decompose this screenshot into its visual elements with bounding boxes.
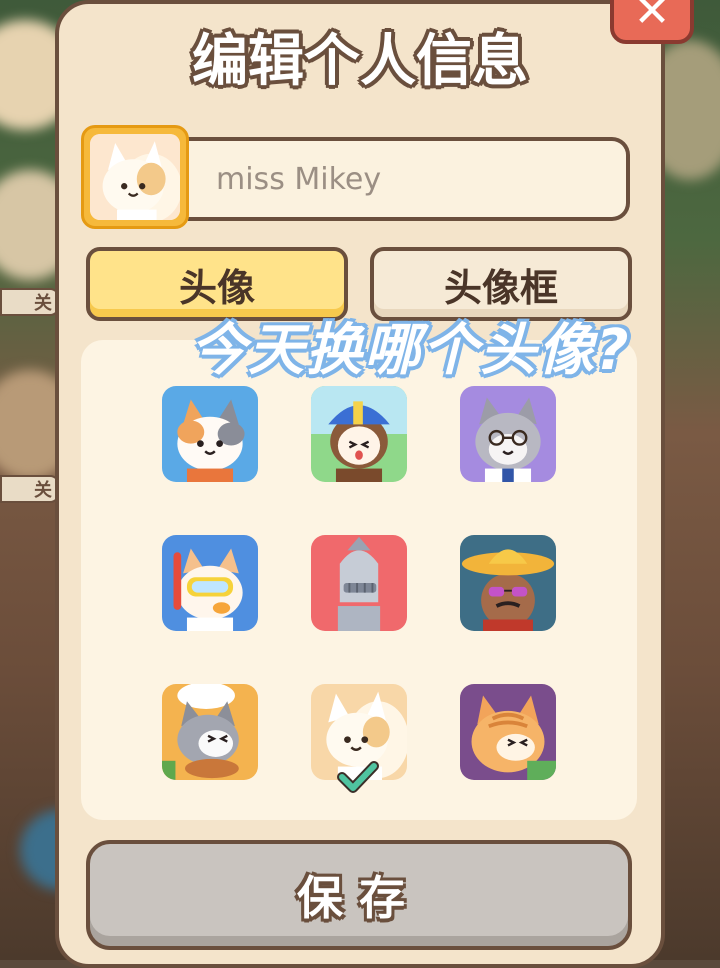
selected-check-icon [337,761,379,793]
save-button[interactable]: 保存 [86,840,632,950]
nickname-input[interactable]: miss Mikey [188,137,630,221]
snorkel-cat-icon [162,535,258,631]
current-avatar[interactable] [81,125,189,229]
bg-lock-badge: 关 [0,475,60,503]
tab-avatar-label: 头像 [178,265,255,310]
bg-badge-label: 关 [34,480,52,501]
cap-monkey-icon [311,386,407,482]
avatar-grid [81,340,637,820]
bg-lock-badge: 关 [0,288,60,316]
avatar-option[interactable] [311,386,407,482]
overlay-caption: 今天换哪个头像? [190,318,631,383]
avatar-option[interactable] [460,386,556,482]
orange-tabby-cat-icon [460,684,556,780]
chef-cat-bread-icon [162,684,258,780]
avatar-option[interactable] [162,535,258,631]
avatar-option[interactable] [460,535,556,631]
dialog-title: 编辑个人信息 [192,29,528,94]
cat-avatar-icon [90,134,180,220]
calico-cat-icon [162,386,258,482]
save-button-label: 保存 [297,871,421,925]
avatar-option[interactable] [460,684,556,780]
bg-badge-label: 关 [34,293,52,314]
sombrero-sunglasses-icon [460,535,556,631]
avatar-option[interactable] [162,684,258,780]
nickname-value: miss Mikey [216,161,382,197]
tab-avatar-frame-label: 头像框 [443,265,558,310]
gray-cat-glasses-icon [460,386,556,482]
avatar-option[interactable] [162,386,258,482]
knight-helmet-icon [311,535,407,631]
avatar-option[interactable] [311,535,407,631]
